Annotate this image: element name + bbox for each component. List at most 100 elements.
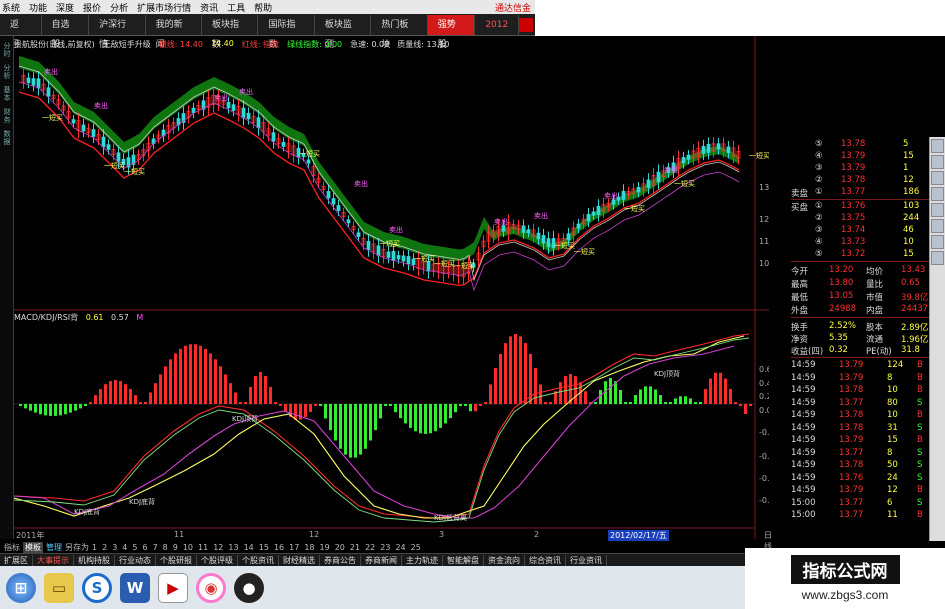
template-number-tab[interactable]: 4 <box>122 543 127 552</box>
tab-save-as[interactable]: 另存为 <box>65 542 89 553</box>
bottom-tab-broker-news[interactable]: 券商新闻 <box>361 554 402 566</box>
template-number-tab[interactable]: 24 <box>395 543 405 552</box>
template-number-tab[interactable]: 23 <box>380 543 390 552</box>
strong-stocks-tab[interactable]: 强势股 <box>427 14 476 50</box>
side-button[interactable] <box>931 203 944 217</box>
template-number-tab[interactable]: 18 <box>304 543 314 552</box>
bottom-tab-industry[interactable]: 行业动态 <box>115 554 156 566</box>
candle-body <box>31 78 36 86</box>
sh-sz-quotes-button[interactable]: 沪深行情 <box>89 14 146 50</box>
bottom-tab-fund-flow[interactable]: 资金流向 <box>484 554 525 566</box>
menu-function[interactable]: 功能 <box>29 1 47 14</box>
tab-indicator[interactable]: 指标 <box>4 542 20 553</box>
candle-body <box>396 255 401 260</box>
template-number-tab[interactable]: 12 <box>213 543 223 552</box>
word-icon[interactable]: W <box>120 572 150 603</box>
side-button[interactable] <box>931 171 944 185</box>
template-number-tab[interactable]: 15 <box>259 543 269 552</box>
buy-signal-label: 一短买 <box>749 151 769 160</box>
template-number-tab[interactable]: 10 <box>183 543 193 552</box>
bottom-tab-broker-notices[interactable]: 券商公告 <box>320 554 361 566</box>
side-tab-basic[interactable]: 基本 <box>2 86 12 102</box>
menu-help[interactable]: 帮助 <box>254 1 272 14</box>
candlestick-chart[interactable]: 13.00 12.00 11.00 10.00 0.60 0.40 0.20 0.00 -0.… <box>14 36 769 539</box>
my-news-button[interactable]: 我的新闻 <box>146 14 202 50</box>
template-number-tab[interactable]: 3 <box>112 543 117 552</box>
intl-index-button[interactable]: 国际指数 <box>258 14 315 50</box>
template-number-tab[interactable]: 13 <box>228 543 238 552</box>
menu-depth[interactable]: 深度 <box>56 1 74 14</box>
candle-body <box>366 240 371 251</box>
side-button[interactable] <box>931 251 944 265</box>
menu-system[interactable]: 系统 <box>2 1 20 14</box>
menu-news[interactable]: 资讯 <box>200 1 218 14</box>
tab-manage[interactable]: 管理 <box>46 542 62 553</box>
bottom-tab-smart[interactable]: 智能解盘 <box>443 554 484 566</box>
template-number-tab[interactable]: 16 <box>274 543 284 552</box>
macd-bar <box>584 391 587 404</box>
side-button[interactable] <box>931 187 944 201</box>
folder-icon[interactable]: ▭ <box>44 572 74 603</box>
template-number-tab[interactable]: 1 <box>92 543 97 552</box>
tab-template[interactable]: 模板 <box>23 541 43 553</box>
hot-sector-button[interactable]: 热门板块 <box>371 14 428 50</box>
template-number-tab[interactable]: 5 <box>132 543 137 552</box>
template-number-tab[interactable]: 20 <box>335 543 345 552</box>
macd-bar <box>644 386 647 404</box>
qq-icon[interactable]: ● <box>234 572 264 603</box>
back-button[interactable]: 返 回 <box>0 14 42 50</box>
year-tab[interactable]: 2012 <box>475 14 520 35</box>
bottom-tab-ratings[interactable]: 个股评级 <box>197 554 238 566</box>
template-number-tab[interactable]: 2 <box>102 543 107 552</box>
tick-row: 15:00 13.77 11 B <box>791 510 929 522</box>
side-tab-analysis[interactable]: 分析 <box>2 64 12 80</box>
menu-quote[interactable]: 报价 <box>83 1 101 14</box>
template-number-tab[interactable]: 25 <box>411 543 421 552</box>
template-number-tab[interactable]: 6 <box>142 543 147 552</box>
sector-monitor-button[interactable]: 板块监测 <box>315 14 372 50</box>
side-button[interactable] <box>931 155 944 169</box>
template-number-tab[interactable]: 11 <box>198 543 208 552</box>
sell-signal-label: 卖出 <box>494 217 508 226</box>
side-tab-finance[interactable]: 财务 <box>2 108 12 124</box>
bottom-tab-stock-news[interactable]: 个股资讯 <box>238 554 279 566</box>
side-tab-data[interactable]: 数据 <box>2 130 12 146</box>
bottom-tab-main-force[interactable]: 主力轨迹 <box>402 554 443 566</box>
template-number-tab[interactable]: 21 <box>350 543 360 552</box>
sector-index-button[interactable]: 板块指数 <box>202 14 259 50</box>
macd-bar <box>714 372 717 404</box>
close-icon[interactable] <box>519 17 534 32</box>
macd-bar <box>29 404 32 411</box>
bottom-tab-extend[interactable]: 扩展区 <box>0 554 33 566</box>
start-button-icon[interactable]: ⊞ <box>6 572 36 603</box>
bottom-tab-reports[interactable]: 个股研报 <box>156 554 197 566</box>
bottom-tab-general[interactable]: 综合资讯 <box>525 554 566 566</box>
chrome-icon[interactable]: ◉ <box>196 572 226 603</box>
template-number-tab[interactable]: 17 <box>289 543 299 552</box>
macd-bar <box>489 384 492 404</box>
watchlist-button[interactable]: 自选股 <box>42 14 90 50</box>
bottom-tab-events[interactable]: 大事提示 <box>33 554 74 566</box>
bottom-tab-industry-news[interactable]: 行业资讯 <box>566 554 607 566</box>
template-number-tab[interactable]: 8 <box>163 543 168 552</box>
sogou-icon[interactable]: S <box>82 572 112 603</box>
template-number-tab[interactable]: 22 <box>365 543 375 552</box>
tick-price: 13.79 <box>839 360 864 370</box>
template-number-tab[interactable]: 19 <box>320 543 330 552</box>
side-button[interactable] <box>931 235 944 249</box>
side-button[interactable] <box>931 219 944 233</box>
template-number-tab[interactable]: 7 <box>153 543 158 552</box>
menu-extended-market[interactable]: 扩展市场行情 <box>137 1 191 14</box>
bottom-tab-institution[interactable]: 机构持股 <box>74 554 115 566</box>
ask-price: 13.79 <box>841 151 866 161</box>
side-button[interactable] <box>931 139 944 153</box>
bid-volume: 103 <box>903 201 920 211</box>
quote-separator <box>791 261 929 262</box>
side-tab-intraday[interactable]: 分时 <box>2 42 12 58</box>
media-player-icon[interactable]: ▶ <box>158 572 188 603</box>
template-number-tab[interactable]: 9 <box>173 543 178 552</box>
bottom-tab-featured[interactable]: 财经精选 <box>279 554 320 566</box>
menu-analysis[interactable]: 分析 <box>110 1 128 14</box>
menu-tools[interactable]: 工具 <box>227 1 245 14</box>
template-number-tab[interactable]: 14 <box>244 543 254 552</box>
